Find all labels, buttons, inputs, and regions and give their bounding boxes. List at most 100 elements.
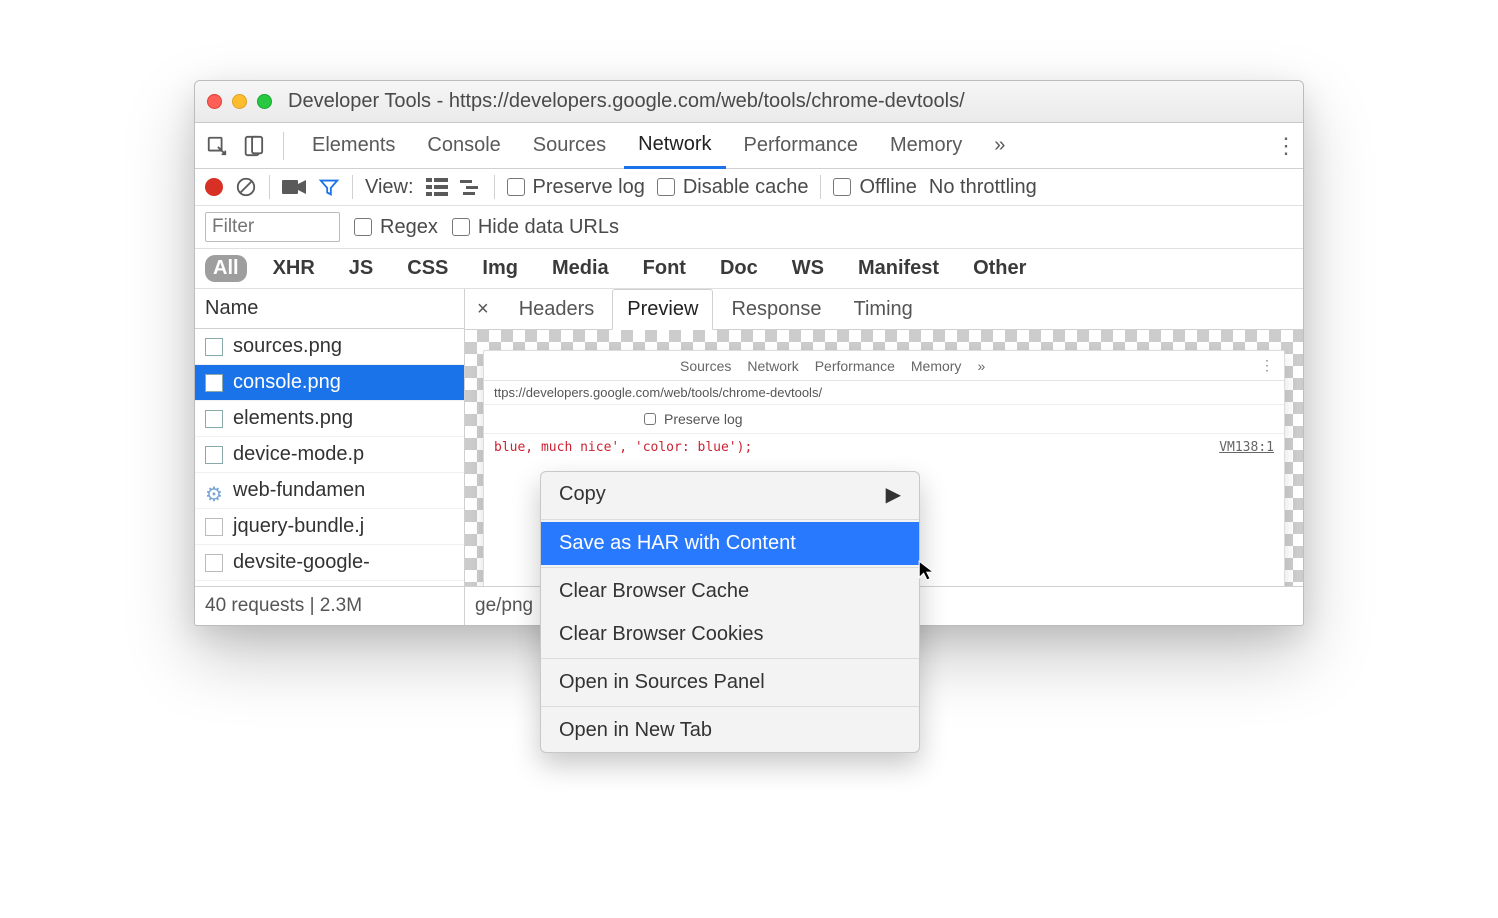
separator xyxy=(352,175,353,199)
tab-elements[interactable]: Elements xyxy=(298,124,409,167)
request-name: web-fundamen xyxy=(233,479,365,502)
overflow-tabs-button[interactable]: » xyxy=(980,124,1019,167)
record-button[interactable] xyxy=(205,178,223,196)
type-filter-media[interactable]: Media xyxy=(544,255,617,282)
type-filter-css[interactable]: CSS xyxy=(399,255,456,282)
disable-cache-checkbox[interactable]: Disable cache xyxy=(657,176,809,199)
separator xyxy=(541,706,919,707)
request-row[interactable]: sources.png xyxy=(195,329,464,365)
minimize-window-button[interactable] xyxy=(232,94,247,109)
context-menu-label: Copy xyxy=(559,483,606,506)
request-name: devsite-google- xyxy=(233,551,370,574)
throttling-select[interactable]: No throttling xyxy=(929,176,1037,199)
type-filter-font[interactable]: Font xyxy=(635,255,694,282)
request-name: device-mode.p xyxy=(233,443,364,466)
titlebar: Developer Tools - https://developers.goo… xyxy=(195,81,1303,123)
filter-row: Regex Hide data URLs xyxy=(195,206,1303,249)
preview-console-tab-performance: Performance xyxy=(815,358,895,374)
preview-console-tab-sources: Sources xyxy=(680,358,731,374)
subtab-preview[interactable]: Preview xyxy=(612,289,713,330)
preview-console-tab-network: Network xyxy=(747,358,798,374)
type-filter-xhr[interactable]: XHR xyxy=(265,255,323,282)
separator xyxy=(541,519,919,520)
context-menu-item[interactable]: Clear Browser Cookies xyxy=(541,613,919,656)
request-list: sources.png console.png elements.png device… xyxy=(195,329,464,586)
requests-summary: 40 requests | 2.3M xyxy=(195,586,464,625)
image-file-icon xyxy=(205,374,223,392)
gear-icon: ⚙ xyxy=(205,482,223,500)
image-file-icon xyxy=(205,410,223,428)
request-row[interactable]: devsite-google- xyxy=(195,545,464,581)
name-column-header[interactable]: Name xyxy=(195,289,464,329)
separator xyxy=(494,175,495,199)
preserve-log-checkbox[interactable]: Preserve log xyxy=(507,176,645,199)
offline-checkbox[interactable]: Offline xyxy=(833,176,916,199)
type-filter-other[interactable]: Other xyxy=(965,255,1034,282)
request-row[interactable]: ⚙ web-fundamen xyxy=(195,473,464,509)
tab-sources[interactable]: Sources xyxy=(519,124,620,167)
context-menu-item[interactable]: Save as HAR with Content xyxy=(541,522,919,565)
separator xyxy=(269,175,270,199)
request-row[interactable]: console.png xyxy=(195,365,464,401)
context-menu-label: Open in New Tab xyxy=(559,719,712,742)
regex-checkbox[interactable]: Regex xyxy=(354,216,438,239)
close-window-button[interactable] xyxy=(207,94,222,109)
preview-console-log-line: blue, much nice', 'color: blue'); VM138:… xyxy=(484,434,1284,461)
filter-input[interactable] xyxy=(205,212,340,242)
type-filter-js[interactable]: JS xyxy=(341,255,381,282)
request-name: sources.png xyxy=(233,335,342,358)
type-filter-img[interactable]: Img xyxy=(474,255,526,282)
request-row[interactable]: elements.png xyxy=(195,401,464,437)
traffic-lights xyxy=(207,94,272,109)
waterfall-icon[interactable] xyxy=(460,178,482,196)
inspect-element-icon[interactable] xyxy=(201,130,233,162)
devtools-window: Developer Tools - https://developers.goo… xyxy=(194,80,1304,626)
view-label: View: xyxy=(365,176,414,199)
context-menu-item[interactable]: Open in New Tab xyxy=(541,709,919,752)
tab-network[interactable]: Network xyxy=(624,123,725,169)
script-file-icon xyxy=(205,554,223,572)
request-row[interactable]: jquery-bundle.j xyxy=(195,509,464,545)
large-rows-icon[interactable] xyxy=(426,178,448,196)
subtab-headers[interactable]: Headers xyxy=(505,290,609,329)
request-name: jquery-bundle.j xyxy=(233,515,364,538)
context-menu-item[interactable]: Open in Sources Panel xyxy=(541,661,919,704)
image-file-icon xyxy=(205,338,223,356)
device-toolbar-icon[interactable] xyxy=(237,130,269,162)
context-menu-item[interactable]: Clear Browser Cache xyxy=(541,570,919,613)
clear-icon[interactable] xyxy=(235,176,257,198)
type-filter-all[interactable]: All xyxy=(205,255,247,282)
image-file-icon xyxy=(205,446,223,464)
context-menu-item[interactable]: Copy▶ xyxy=(541,472,919,517)
type-filter-manifest[interactable]: Manifest xyxy=(850,255,947,282)
context-menu-label: Save as HAR with Content xyxy=(559,532,796,555)
tab-performance[interactable]: Performance xyxy=(730,124,873,167)
preview-console-url: ttps://developers.google.com/web/tools/c… xyxy=(484,381,1284,405)
camera-icon[interactable] xyxy=(282,178,306,196)
separator xyxy=(541,567,919,568)
request-name: console.png xyxy=(233,371,341,394)
script-file-icon xyxy=(205,518,223,536)
context-menu-label: Open in Sources Panel xyxy=(559,671,765,694)
preview-console-tabs: Sources Network Performance Memory » ⋮ xyxy=(484,351,1284,381)
tab-memory[interactable]: Memory xyxy=(876,124,976,167)
subtab-response[interactable]: Response xyxy=(717,290,835,329)
filter-icon[interactable] xyxy=(318,176,340,198)
context-menu-label: Clear Browser Cache xyxy=(559,580,749,603)
zoom-window-button[interactable] xyxy=(257,94,272,109)
tab-console[interactable]: Console xyxy=(413,124,514,167)
context-menu: Copy▶ Save as HAR with Content Clear Brows… xyxy=(540,471,920,753)
name-column: Name sources.png console.png elements.png d… xyxy=(195,289,465,625)
preview-console-source-ref: VM138:1 xyxy=(1219,440,1274,455)
detail-subtabs: × HeadersPreviewResponseTiming xyxy=(465,289,1303,330)
separator xyxy=(541,658,919,659)
request-row[interactable]: device-mode.p xyxy=(195,437,464,473)
type-filter-ws[interactable]: WS xyxy=(784,255,832,282)
type-filter-doc[interactable]: Doc xyxy=(712,255,766,282)
close-detail-button[interactable]: × xyxy=(465,290,501,329)
hide-data-urls-checkbox[interactable]: Hide data URLs xyxy=(452,216,619,239)
devtools-menu-icon[interactable]: ⋮ xyxy=(1275,133,1297,159)
subtab-timing[interactable]: Timing xyxy=(840,290,927,329)
preview-console-menu-icon: ⋮ xyxy=(1260,357,1274,374)
request-name: elements.png xyxy=(233,407,353,430)
